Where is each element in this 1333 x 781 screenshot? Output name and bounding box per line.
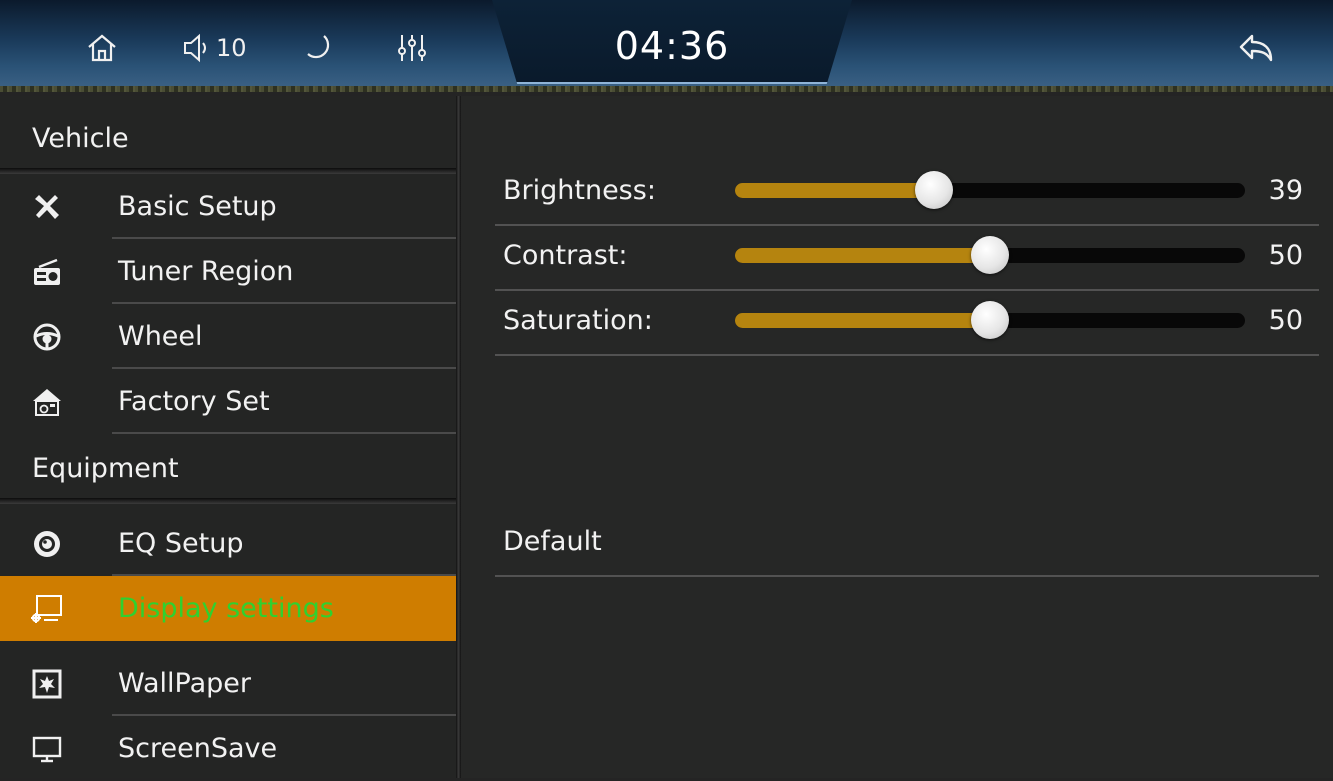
brightness-row: Brightness: 39: [495, 159, 1319, 226]
wallpaper-icon: [30, 667, 64, 701]
sidebar-item-label: Basic Setup: [118, 191, 277, 222]
clock-panel: 04:36: [492, 0, 852, 84]
display-settings-panel: Brightness: 39 Contrast: 50 Saturation: …: [461, 96, 1333, 778]
slider-thumb[interactable]: [971, 301, 1009, 339]
volume-level: 10: [216, 34, 247, 62]
steering-wheel-icon: [30, 320, 64, 354]
sidebar-item-label: Display settings: [118, 593, 334, 624]
home-icon[interactable]: [82, 28, 122, 68]
brightness-slider[interactable]: [735, 171, 1245, 209]
saturation-row: Saturation: 50: [495, 289, 1319, 356]
sidebar-item-display-settings[interactable]: Display settings: [0, 576, 456, 641]
section-vehicle: Vehicle: [0, 104, 456, 174]
sidebar-item-screensave[interactable]: ScreenSave: [0, 716, 456, 781]
saturation-label: Saturation:: [503, 305, 653, 336]
equalizer-icon[interactable]: [392, 28, 432, 68]
slider-fill: [735, 248, 990, 263]
speaker-icon: [30, 527, 64, 561]
sidebar-item-label: Factory Set: [118, 386, 270, 417]
brightness-label: Brightness:: [503, 175, 656, 206]
contrast-label: Contrast:: [503, 240, 628, 271]
sidebar-item-basic-setup[interactable]: Basic Setup: [0, 174, 456, 239]
sidebar-item-label: EQ Setup: [118, 528, 244, 559]
back-icon[interactable]: [1236, 28, 1276, 68]
slider-fill: [735, 313, 990, 328]
slider-thumb[interactable]: [914, 171, 953, 209]
status-bar: 10 04:36: [0, 0, 1333, 92]
tools-icon: [30, 190, 64, 224]
sidebar-item-label: ScreenSave: [118, 733, 278, 764]
sidebar-item-wheel[interactable]: Wheel: [0, 304, 456, 369]
clock: 04:36: [614, 24, 730, 68]
brightness-value: 39: [1268, 175, 1303, 206]
sidebar-item-label: WallPaper: [118, 668, 251, 699]
volume-button[interactable]: 10: [182, 28, 262, 68]
sidebar-item-label: Wheel: [118, 321, 203, 352]
contrast-value: 50: [1268, 240, 1303, 271]
section-equipment: Equipment: [0, 434, 456, 504]
monitor-icon: [30, 732, 64, 766]
volume-icon: [184, 33, 206, 63]
display-settings-icon: [30, 592, 64, 626]
saturation-slider[interactable]: [735, 301, 1245, 339]
contrast-slider[interactable]: [735, 236, 1245, 274]
sidebar-item-eq-setup[interactable]: EQ Setup: [0, 511, 456, 576]
factory-house-icon: [30, 385, 64, 419]
sidebar-item-label: Tuner Region: [118, 256, 294, 287]
default-label: Default: [503, 526, 602, 557]
sidebar-item-factory-set[interactable]: Factory Set: [0, 369, 456, 434]
status-bar-border: [0, 86, 1333, 92]
sidebar-item-tuner-region[interactable]: Tuner Region: [0, 239, 456, 304]
night-mode-icon[interactable]: [300, 28, 340, 68]
sidebar-item-wallpaper[interactable]: WallPaper: [0, 651, 456, 716]
slider-thumb[interactable]: [971, 236, 1009, 274]
slider-fill: [735, 183, 934, 198]
default-button[interactable]: Default: [495, 510, 1319, 577]
contrast-row: Contrast: 50: [495, 224, 1319, 291]
settings-sidebar: Vehicle Basic Setup Tuner Region Wheel F…: [0, 96, 456, 778]
saturation-value: 50: [1268, 305, 1303, 336]
radio-icon: [30, 255, 64, 289]
